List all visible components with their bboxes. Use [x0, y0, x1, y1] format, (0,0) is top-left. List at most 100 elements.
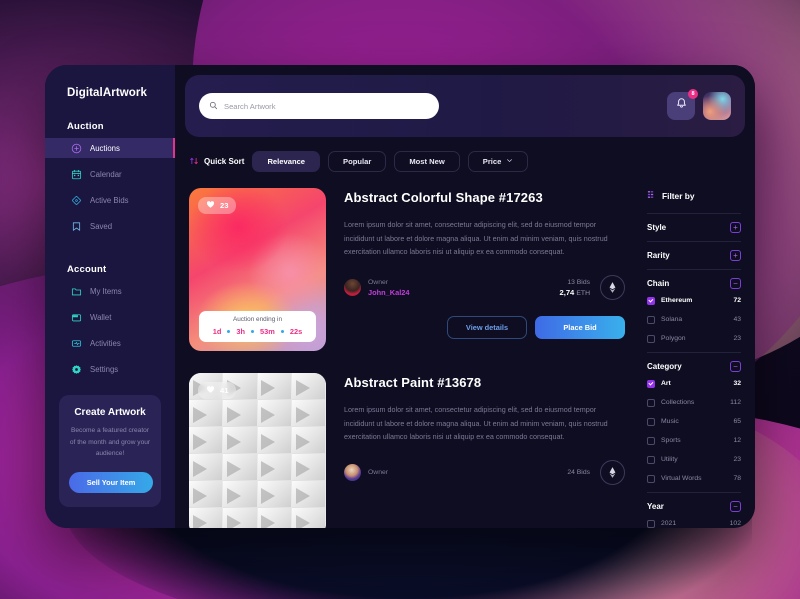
filter-option-virtual-words[interactable]: Virtual Words 78: [647, 471, 741, 486]
sidebar-item-wallet[interactable]: Wallet: [45, 307, 175, 327]
filter-option-label: Solana: [661, 316, 683, 323]
like-count: 41: [220, 386, 229, 395]
filter-option-count: 102: [729, 520, 741, 527]
owner-label: Owner: [368, 278, 389, 286]
filter-collapse-toggle[interactable]: −: [730, 361, 741, 372]
filter-panel: Filter by Style + Rarity + Chain − Ether…: [637, 172, 755, 528]
filter-option-count: 78: [733, 475, 741, 482]
checkbox-icon[interactable]: [647, 417, 655, 426]
checkbox-icon[interactable]: [647, 296, 655, 305]
bid-info: 13 Bids 2,74 ETH: [559, 279, 590, 297]
sort-chip-most-new[interactable]: Most New: [394, 151, 460, 172]
sidebar-item-calendar[interactable]: Calendar: [45, 164, 175, 184]
auction-card: 23 Auction ending in 1d 3h 53m 22s Abstr…: [189, 188, 625, 351]
filter-option-polygon[interactable]: Polygon 23: [647, 331, 741, 346]
filter-option-2021[interactable]: 2021 102: [647, 516, 741, 528]
filter-option-collections[interactable]: Collections 112: [647, 395, 741, 410]
filter-option-ethereum[interactable]: Ethereum 72: [647, 293, 741, 308]
artwork-thumbnail[interactable]: 41: [189, 373, 326, 528]
diamond-icon: [71, 195, 82, 206]
search-box[interactable]: [199, 93, 439, 119]
filter-group-label: Category: [647, 362, 682, 371]
sidebar-item-label: Activities: [90, 338, 121, 348]
sidebar-item-auctions[interactable]: Auctions: [45, 138, 175, 158]
card-actions: View details Place Bid: [344, 316, 625, 340]
timer-separator-icon: [227, 330, 231, 333]
sidebar-section-auction-title: Auction: [67, 121, 104, 132]
filter-option-count: 32: [733, 380, 741, 387]
filter-expand-toggle[interactable]: +: [730, 250, 741, 261]
filter-option-utility[interactable]: Utility 23: [647, 452, 741, 467]
sidebar-item-my-items[interactable]: My Items: [45, 281, 175, 301]
sort-chip-popular[interactable]: Popular: [328, 151, 387, 172]
artwork-description: Lorem ipsum dolor sit amet, consectetur …: [344, 220, 608, 257]
bid-count: 24 Bids: [567, 469, 590, 477]
user-avatar[interactable]: [703, 92, 731, 120]
filter-option-label: Virtual Words: [661, 475, 702, 482]
checkbox-icon[interactable]: [647, 436, 655, 445]
checkbox-icon[interactable]: [647, 455, 655, 464]
ethereum-icon: [600, 275, 625, 301]
auction-timer-label: Auction ending in: [232, 316, 283, 323]
filter-panel-title: Filter by: [662, 190, 695, 201]
filter-expand-toggle[interactable]: +: [730, 222, 741, 233]
owner-row: Owner John_Kal24 13 Bids 2,74 ETH: [344, 275, 625, 301]
promo-title: Create Artwork: [74, 407, 146, 418]
app-window: DigitalArtwork Auction Auctions Calendar…: [45, 65, 755, 528]
notifications-button[interactable]: 8: [667, 89, 698, 120]
quick-sort-label[interactable]: Quick Sort: [189, 156, 244, 168]
app-logo: DigitalArtwork: [67, 87, 147, 99]
filter-collapse-toggle[interactable]: −: [730, 278, 741, 289]
sell-your-item-button[interactable]: Sell Your Item: [69, 471, 153, 493]
heart-icon: [206, 385, 215, 396]
like-badge[interactable]: 23: [198, 197, 237, 214]
place-bid-button[interactable]: Place Bid: [535, 316, 625, 340]
sidebar-item-settings[interactable]: Settings: [45, 359, 175, 379]
sidebar-item-label: Auctions: [90, 143, 120, 153]
sidebar-item-active-bids[interactable]: Active Bids: [45, 190, 175, 210]
promo-text: Become a featured creator of the month a…: [69, 427, 151, 458]
like-count: 23: [220, 201, 229, 210]
like-badge[interactable]: 41: [198, 382, 237, 399]
owner-avatar: [344, 464, 361, 482]
view-details-button[interactable]: View details: [447, 316, 527, 340]
bid-count: 13 Bids: [567, 278, 590, 286]
sidebar-item-activities[interactable]: Activities: [45, 333, 175, 353]
checkbox-icon[interactable]: [647, 334, 655, 343]
filter-option-sports[interactable]: Sports 12: [647, 433, 741, 448]
sort-chip-relevance[interactable]: Relevance: [252, 151, 321, 172]
checkbox-icon[interactable]: [647, 474, 655, 483]
timer-days: 1d: [212, 327, 222, 336]
filter-option-count: 72: [733, 297, 741, 304]
artwork-title: Abstract Colorful Shape #17263: [344, 190, 543, 205]
filter-option-label: Polygon: [661, 335, 686, 342]
filter-group-label: Chain: [647, 279, 670, 288]
filter-option-solana[interactable]: Solana 43: [647, 312, 741, 327]
checkbox-icon[interactable]: [647, 379, 655, 388]
auction-timer: Auction ending in 1d 3h 53m 22s: [199, 311, 316, 342]
sidebar-item-saved[interactable]: Saved: [45, 216, 175, 236]
timer-minutes: 53m: [260, 327, 275, 336]
sidebar-item-label: My Items: [90, 286, 122, 296]
timer-separator-icon: [280, 330, 284, 333]
filter-option-label: Collections: [661, 399, 695, 406]
search-input[interactable]: [224, 101, 429, 111]
filter-group-label: Rarity: [647, 251, 670, 260]
filter-collapse-toggle[interactable]: −: [730, 501, 741, 512]
checkbox-icon[interactable]: [647, 315, 655, 324]
plus-circle-icon: [71, 143, 82, 154]
filter-option-label: 2021: [661, 520, 677, 527]
filter-option-label: Music: [661, 418, 679, 425]
owner-name[interactable]: John_Kal24: [368, 288, 410, 297]
bid-price-value: 2,74: [559, 287, 575, 297]
filter-option-music[interactable]: Music 65: [647, 414, 741, 429]
auction-card-list: 23 Auction ending in 1d 3h 53m 22s Abstr…: [175, 172, 637, 528]
notification-badge: 8: [688, 89, 698, 99]
checkbox-icon[interactable]: [647, 519, 655, 528]
artwork-thumbnail[interactable]: 23 Auction ending in 1d 3h 53m 22s: [189, 188, 326, 351]
sort-chip-price[interactable]: Price: [467, 151, 529, 172]
checkbox-icon[interactable]: [647, 398, 655, 407]
folder-icon: [71, 286, 82, 297]
ethereum-icon: [600, 460, 625, 486]
filter-option-art[interactable]: Art 32: [647, 376, 741, 391]
